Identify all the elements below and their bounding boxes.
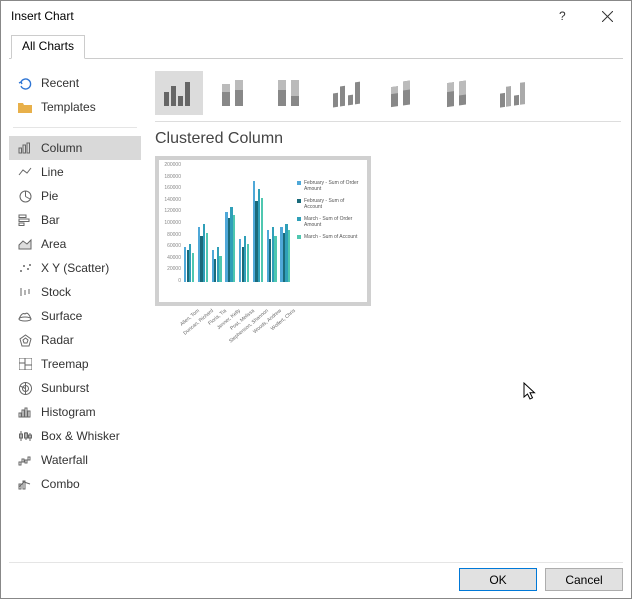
tab-all-charts[interactable]: All Charts — [11, 35, 85, 59]
subtype-6[interactable] — [491, 71, 539, 115]
dialog-insert-chart: Insert Chart ? All Charts Recent Templat… — [0, 0, 632, 599]
svg-text:?: ? — [559, 10, 566, 22]
chart-type-icon — [15, 332, 35, 348]
chart-type-icon — [15, 380, 35, 396]
sidebar-item-bar[interactable]: Bar — [9, 208, 141, 232]
sidebar-item-sunburst[interactable]: Sunburst — [9, 376, 141, 400]
chart-type-icon — [15, 212, 35, 228]
chart-preview[interactable]: 0200004000060000800001000001200001400001… — [155, 156, 371, 306]
chart-type-icon — [15, 260, 35, 276]
legend-item: February - Sum of Account — [297, 198, 363, 210]
sidebar-item-radar[interactable]: Radar — [9, 328, 141, 352]
ok-button[interactable]: OK — [459, 568, 537, 591]
recent-icon — [15, 75, 35, 91]
subtype-1[interactable] — [211, 71, 259, 115]
sidebar-item-combo[interactable]: Combo — [9, 472, 141, 496]
chart-type-icon — [15, 164, 35, 180]
subtype-5[interactable] — [435, 71, 483, 115]
sidebar-item-surface[interactable]: Surface — [9, 304, 141, 328]
legend-item: February - Sum of Order Amount — [297, 180, 363, 192]
cancel-button[interactable]: Cancel — [545, 568, 623, 591]
legend-item: March - Sum of Account — [297, 234, 363, 240]
sidebar-item-box-whisker[interactable]: Box & Whisker — [9, 424, 141, 448]
chart-type-icon — [15, 356, 35, 372]
subtype-2[interactable] — [267, 71, 315, 115]
chart-type-icon — [15, 188, 35, 204]
sidebar-item-pie[interactable]: Pie — [9, 184, 141, 208]
sidebar-item-waterfall[interactable]: Waterfall — [9, 448, 141, 472]
chart-category-list: Recent Templates ColumnLinePieBarAreaX Y… — [9, 63, 141, 556]
templates-icon — [15, 99, 35, 115]
sidebar-item-area[interactable]: Area — [9, 232, 141, 256]
chart-type-icon — [15, 236, 35, 252]
sidebar-item-x-y-scatter-[interactable]: X Y (Scatter) — [9, 256, 141, 280]
chart-type-icon — [15, 140, 35, 156]
chart-type-icon — [15, 284, 35, 300]
chart-detail-pane: Clustered Column 02000040000600008000010… — [141, 63, 623, 556]
subtype-4[interactable] — [379, 71, 427, 115]
legend-item: March - Sum of Order Amount — [297, 216, 363, 228]
subtype-0[interactable] — [155, 71, 203, 115]
chart-type-icon — [15, 428, 35, 444]
sidebar-item-line[interactable]: Line — [9, 160, 141, 184]
title-bar: Insert Chart ? — [1, 1, 631, 31]
sidebar-item-histogram[interactable]: Histogram — [9, 400, 141, 424]
chart-type-icon — [15, 452, 35, 468]
sidebar-item-templates[interactable]: Templates — [9, 95, 141, 119]
chart-type-icon — [15, 404, 35, 420]
close-button[interactable] — [585, 2, 629, 31]
subtype-3[interactable] — [323, 71, 371, 115]
sidebar-item-treemap[interactable]: Treemap — [9, 352, 141, 376]
help-button[interactable]: ? — [541, 2, 585, 31]
selected-chart-name: Clustered Column — [155, 130, 623, 148]
subtype-row — [155, 71, 623, 115]
chart-type-icon — [15, 476, 35, 492]
dialog-footer: OK Cancel — [9, 562, 623, 590]
tab-strip: All Charts — [9, 35, 623, 59]
dialog-title: Insert Chart — [11, 9, 541, 23]
sidebar-item-recent[interactable]: Recent — [9, 71, 141, 95]
sidebar-item-column[interactable]: Column — [9, 136, 141, 160]
chart-type-icon — [15, 308, 35, 324]
sidebar-item-stock[interactable]: Stock — [9, 280, 141, 304]
chart-legend: February - Sum of Order Amount February -… — [297, 180, 363, 246]
